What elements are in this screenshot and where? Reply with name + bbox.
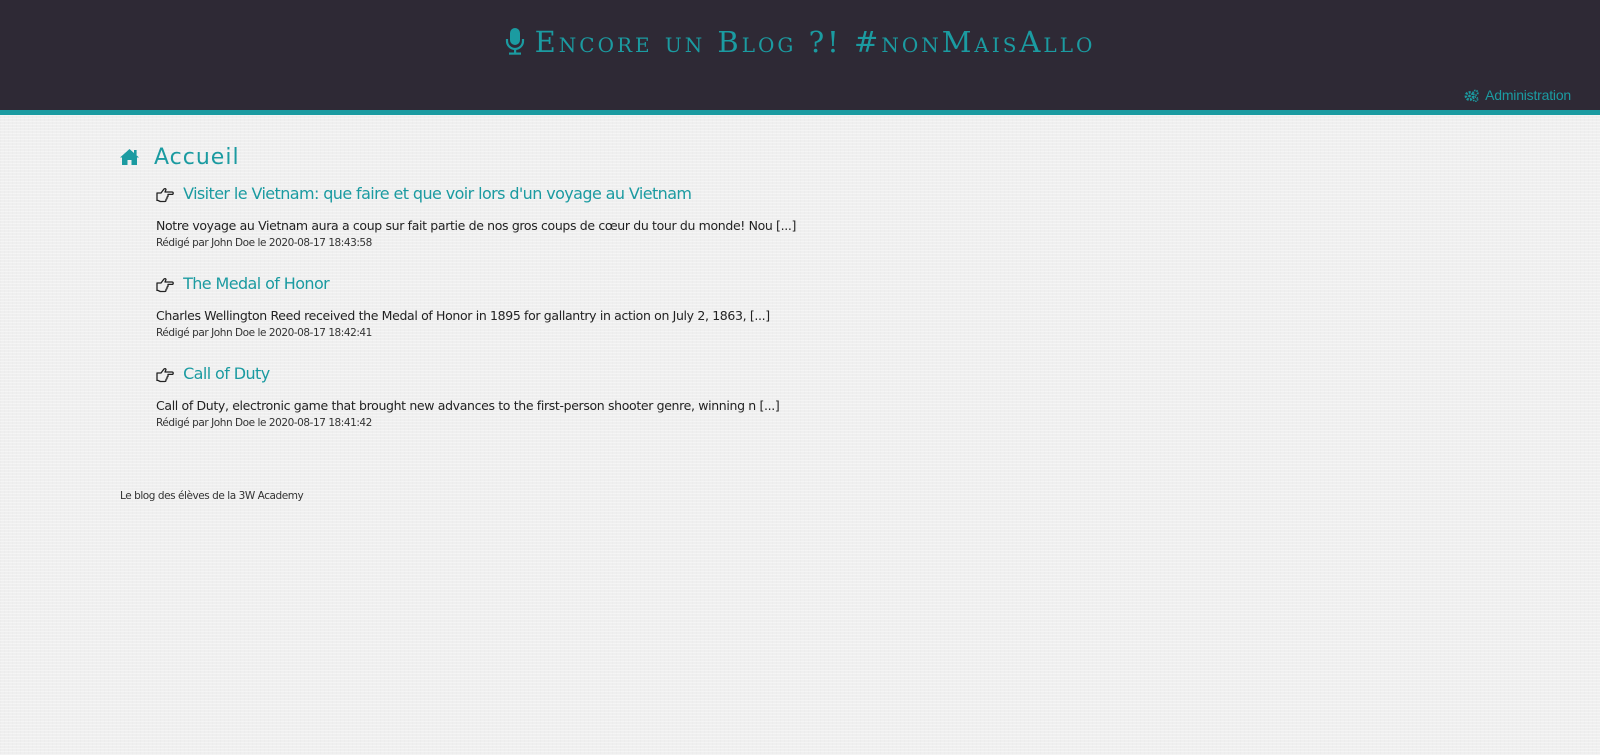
hand-pointing-right-icon <box>156 184 183 203</box>
post-excerpt: Notre voyage au Vietnam aura a coup sur … <box>156 218 796 233</box>
site-header: Encore un Blog ?! #nonMaisAllo Administr… <box>0 0 1600 115</box>
main-content: Accueil Visiter le Vietnam: que faire et… <box>119 142 1019 450</box>
post-title-row: The Medal of Honor <box>156 270 330 298</box>
hand-pointing-right-icon <box>156 274 183 293</box>
post-title-link[interactable]: Visiter le Vietnam: que faire et que voi… <box>183 184 692 203</box>
post-item: The Medal of Honor Charles Wellington Re… <box>156 270 1019 360</box>
microphone-icon <box>505 25 525 65</box>
gears-icon <box>1464 87 1485 103</box>
post-list: Visiter le Vietnam: que faire et que voi… <box>119 180 1019 450</box>
page-title: Accueil <box>119 142 1019 174</box>
footer-text: Le blog des élèves de la 3W Academy <box>120 490 304 502</box>
post-title-row: Call of Duty <box>156 360 270 388</box>
post-item: Call of Duty Call of Duty, electronic ga… <box>156 360 1019 450</box>
hand-pointing-right-icon <box>156 364 183 383</box>
post-item: Visiter le Vietnam: que faire et que voi… <box>156 180 1019 270</box>
site-footer: Le blog des élèves de la 3W Academy <box>120 490 304 502</box>
post-excerpt: Charles Wellington Reed received the Med… <box>156 308 770 323</box>
post-excerpt: Call of Duty, electronic game that broug… <box>156 398 780 413</box>
page-title-text: Accueil <box>154 145 240 170</box>
site-title-text: Encore un Blog ?! #nonMaisAllo <box>534 25 1096 59</box>
administration-link[interactable]: Administration <box>1464 87 1571 103</box>
post-meta: Rédigé par John Doe le 2020-08-17 18:42:… <box>156 327 372 339</box>
post-title-link[interactable]: Call of Duty <box>183 364 270 383</box>
post-title-row: Visiter le Vietnam: que faire et que voi… <box>156 180 692 208</box>
post-meta: Rédigé par John Doe le 2020-08-17 18:43:… <box>156 237 372 249</box>
post-meta: Rédigé par John Doe le 2020-08-17 18:41:… <box>156 417 372 429</box>
site-title[interactable]: Encore un Blog ?! #nonMaisAllo <box>0 22 1600 65</box>
home-icon <box>119 145 154 170</box>
administration-label: Administration <box>1485 87 1571 103</box>
post-title-link[interactable]: The Medal of Honor <box>183 274 330 293</box>
